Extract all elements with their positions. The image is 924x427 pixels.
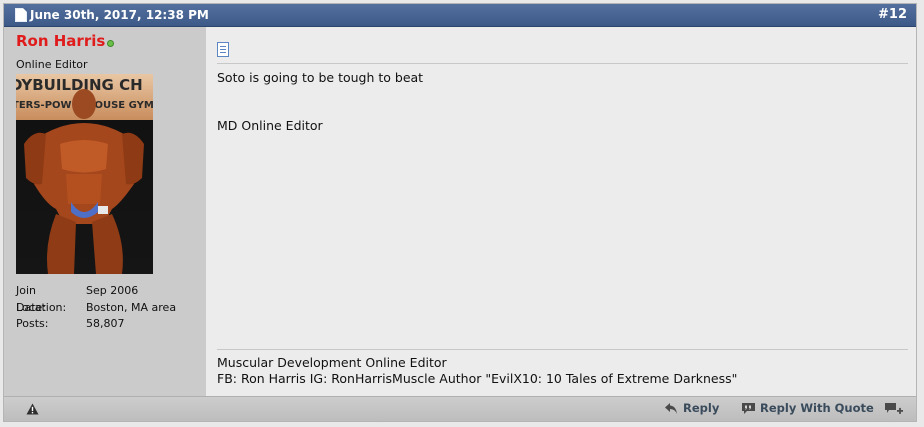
post-date: June 30th, 2017, 12:38 PM	[30, 8, 209, 22]
post-message: Soto is going to be tough to beat MD Onl…	[217, 70, 423, 134]
report-warning-icon[interactable]	[26, 403, 39, 415]
post-document-icon	[15, 8, 27, 22]
post-header: June 30th, 2017, 12:38 PM #12	[4, 4, 916, 27]
reply-button[interactable]: Reply	[664, 401, 719, 417]
multi-quote-button[interactable]	[884, 401, 906, 417]
reply-arrow-icon	[665, 403, 677, 414]
post-number-link[interactable]: #12	[878, 7, 907, 22]
signature-divider	[217, 349, 908, 350]
signature-line: FB: Ron Harris IG: RonHarrisMuscle Autho…	[217, 371, 738, 386]
reply-with-quote-button[interactable]: Reply With Quote	[741, 401, 874, 417]
avatar-bodybuilder-image: DYBUILDING CH TERS-POWERHOUSE GYMS	[16, 76, 153, 274]
avatar[interactable]: DYBUILDING CH TERS-POWERHOUSE GYMS	[16, 74, 153, 274]
user-info-panel: Ron Harris Online Editor DYBUILDING CH T…	[4, 27, 206, 398]
message-line: Soto is going to be tough to beat	[217, 70, 424, 85]
forum-post: June 30th, 2017, 12:38 PM #12 Ron Harris…	[3, 3, 917, 422]
content-divider	[217, 63, 908, 64]
post-content: Soto is going to be tough to beat MD Onl…	[206, 27, 916, 398]
online-status-icon	[107, 40, 114, 47]
signature-line: Muscular Development Online Editor	[217, 355, 447, 370]
message-document-icon	[217, 42, 229, 57]
multi-quote-plus-icon	[885, 403, 903, 414]
signature: Muscular Development Online Editor FB: R…	[217, 355, 737, 387]
message-line: MD Online Editor	[217, 118, 323, 133]
username-link[interactable]: Ron Harris	[16, 32, 105, 50]
post-controls: Reply Reply With Quote	[4, 396, 916, 421]
quote-bubble-icon	[742, 403, 755, 414]
user-title: Online Editor	[16, 58, 88, 71]
